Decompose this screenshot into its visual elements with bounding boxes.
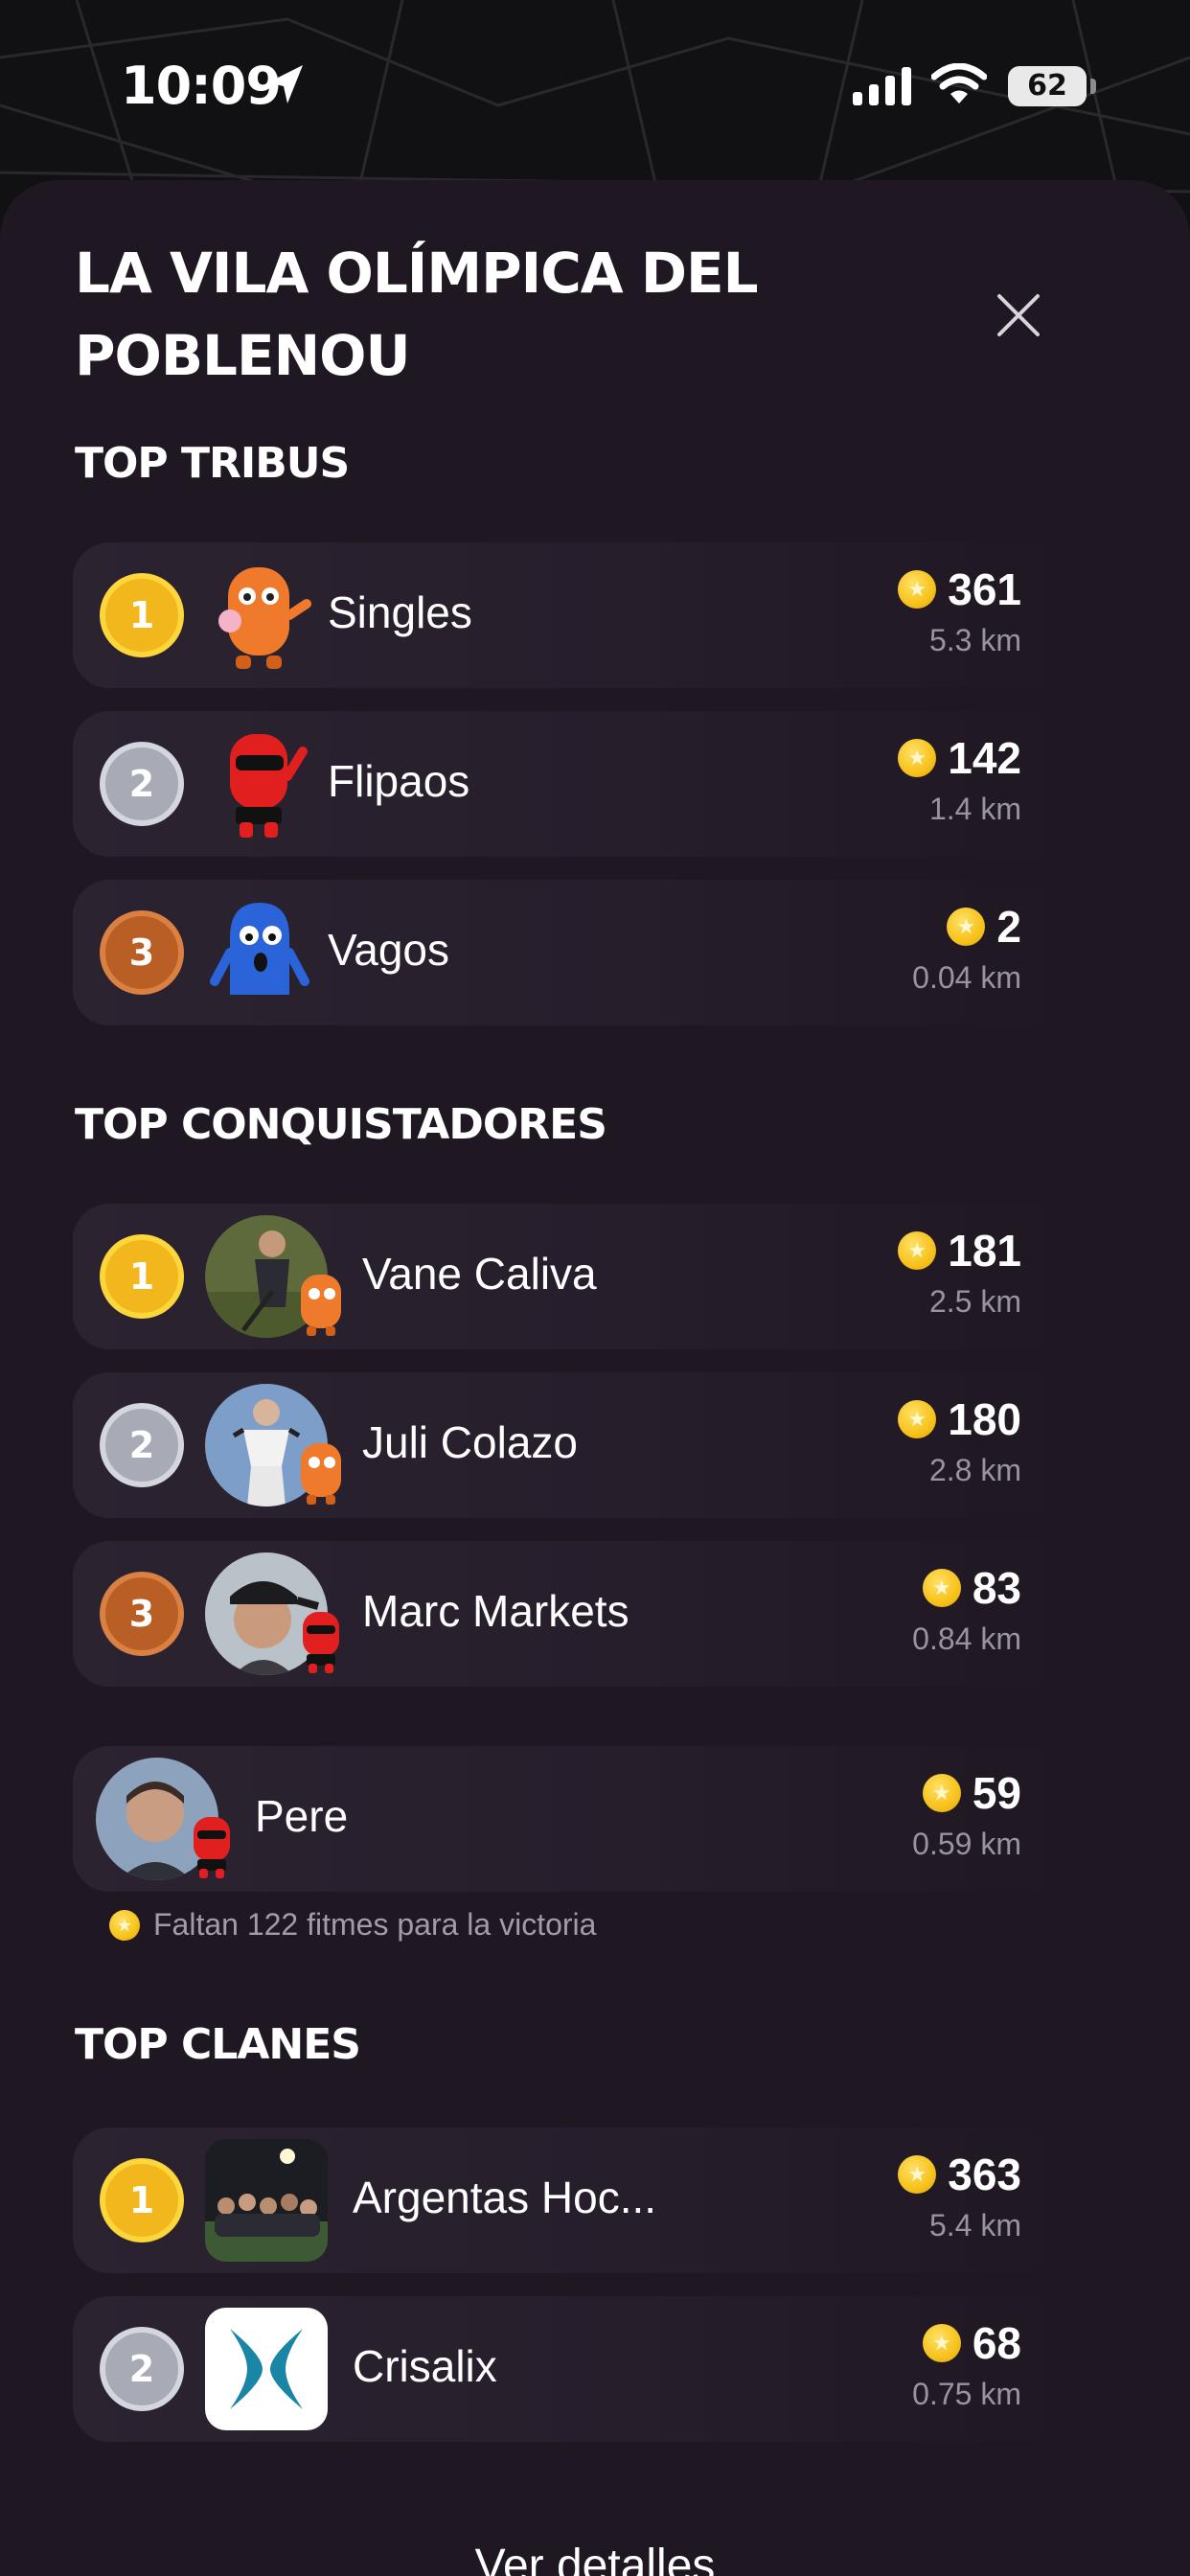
- battery-tip: [1090, 79, 1096, 94]
- score-value: 83: [972, 1563, 1021, 1613]
- fitme-coin-icon: ★: [898, 2155, 937, 2194]
- tribe-name: Singles: [328, 587, 472, 637]
- tribe-distance: 0.04 km: [912, 960, 1021, 995]
- score-value: 59: [972, 1768, 1021, 1818]
- score-value: 142: [948, 733, 1021, 783]
- score-value: 2: [996, 902, 1021, 952]
- rank-medal: 3: [100, 910, 184, 995]
- clan-score: ★ 68: [922, 2317, 1021, 2369]
- tribe-row[interactable]: 1 Singles ★ 361 5.3 km: [73, 542, 1069, 688]
- fitme-coin-icon: ★: [898, 739, 937, 777]
- rank-medal: 2: [100, 2327, 184, 2411]
- fitme-coin-icon: ★: [109, 1909, 140, 1941]
- my-distance: 0.59 km: [912, 1827, 1021, 1861]
- clan-row[interactable]: 1 Argentas Hoc... ★ 363 5.4 km: [73, 2128, 1069, 2273]
- conqueror-row[interactable]: 2 Juli Colazo ★ 180 2.8 km: [73, 1372, 1069, 1518]
- clan-distance: 0.75 km: [912, 2377, 1021, 2411]
- fitme-coin-icon: ★: [898, 1400, 937, 1438]
- tribe-badge-icon: [293, 1608, 349, 1675]
- conqueror-name: Juli Colazo: [362, 1417, 578, 1467]
- conqueror-row[interactable]: 1 Vane Caliva ★ 181 2.5 km: [73, 1204, 1069, 1349]
- score-value: 180: [948, 1394, 1021, 1444]
- tribe-score: ★ 142: [898, 732, 1021, 784]
- score-value: 68: [972, 2318, 1021, 2368]
- signal-icon: [853, 67, 914, 110]
- clan-distance: 5.4 km: [928, 2208, 1021, 2242]
- conqueror-name: Marc Markets: [362, 1586, 629, 1636]
- clan-name: Argentas Hoc...: [353, 2173, 657, 2222]
- section-title-top-clanes: Top clanes: [75, 2020, 361, 2069]
- see-details-link[interactable]: Ver detalles: [0, 2540, 1190, 2576]
- fitme-coin-icon: ★: [898, 570, 937, 609]
- tribe-badge-icon: [184, 1813, 240, 1880]
- conqueror-distance: 2.5 km: [928, 1284, 1021, 1319]
- score-value: 363: [948, 2150, 1021, 2199]
- my-score: ★ 59: [922, 1767, 1021, 1819]
- section-title-top-tribus: Top tribus: [75, 439, 350, 488]
- clan-name: Crisalix: [353, 2341, 497, 2391]
- victory-hint: ★ Faltan 122 fitmes para la victoria: [109, 1907, 596, 1943]
- clan-avatar: [205, 2139, 328, 2262]
- section-title-top-conquistadores: Top conquistadores: [75, 1100, 607, 1149]
- status-bar: 10:09 62: [0, 0, 1190, 172]
- victory-hint-text: Faltan 122 fitmes para la victoria: [153, 1907, 597, 1942]
- close-button[interactable]: [987, 284, 1050, 347]
- tribe-score: ★ 2: [947, 901, 1021, 953]
- conqueror-distance: 0.84 km: [912, 1622, 1021, 1656]
- score-value: 181: [948, 1226, 1021, 1276]
- rank-medal: 2: [100, 1403, 184, 1487]
- fitme-coin-icon: ★: [898, 1231, 937, 1270]
- rank-medal: 3: [100, 1572, 184, 1656]
- conqueror-score: ★ 180: [898, 1393, 1021, 1445]
- close-icon: [997, 294, 1040, 336]
- wifi-icon: [930, 62, 988, 110]
- clan-avatar: [205, 2308, 328, 2430]
- conqueror-score: ★ 83: [922, 1562, 1021, 1614]
- sheet-title: La Vila Olímpica del Poblenou: [75, 241, 759, 388]
- clan-score: ★ 363: [898, 2149, 1021, 2200]
- tribe-score: ★ 361: [898, 564, 1021, 615]
- rank-medal: 1: [100, 1234, 184, 1319]
- tribe-row[interactable]: 3 Vagos ★ 2 0.04 km: [73, 880, 1069, 1025]
- tribe-mascot-icon: [207, 558, 312, 673]
- tribe-badge-icon: [293, 1439, 349, 1506]
- conqueror-distance: 2.8 km: [928, 1453, 1021, 1487]
- tribe-row[interactable]: 2 Flipaos ★ 142 1.4 km: [73, 711, 1069, 857]
- clan-row[interactable]: 2 Crisalix ★ 68 0.75 km: [73, 2296, 1069, 2442]
- my-rank-row[interactable]: Pere ★ 59 0.59 km: [73, 1746, 1069, 1892]
- conqueror-name: Vane Caliva: [362, 1249, 597, 1299]
- tribe-distance: 1.4 km: [928, 792, 1021, 826]
- rank-medal: 2: [100, 742, 184, 826]
- tribe-distance: 5.3 km: [928, 623, 1021, 657]
- fitme-coin-icon: ★: [922, 2324, 961, 2362]
- fitme-coin-icon: ★: [947, 908, 986, 946]
- tribe-name: Vagos: [328, 925, 450, 975]
- my-name: Pere: [255, 1791, 349, 1841]
- fitme-coin-icon: ★: [922, 1569, 961, 1607]
- conqueror-score: ★ 181: [898, 1225, 1021, 1276]
- status-time: 10:09: [121, 56, 282, 116]
- tribe-badge-icon: [293, 1271, 349, 1338]
- tribe-mascot-icon: [207, 895, 312, 1010]
- fitme-coin-icon: ★: [922, 1774, 961, 1812]
- rank-medal: 1: [100, 573, 184, 657]
- score-value: 361: [948, 564, 1021, 614]
- location-arrow-icon: [266, 63, 305, 110]
- conqueror-row[interactable]: 3 Marc Markets ★ 83 0.84 km: [73, 1541, 1069, 1687]
- tribe-mascot-icon: [207, 726, 312, 841]
- battery-icon: 62: [1008, 66, 1087, 106]
- rank-medal: 1: [100, 2158, 184, 2242]
- tribe-name: Flipaos: [328, 756, 470, 806]
